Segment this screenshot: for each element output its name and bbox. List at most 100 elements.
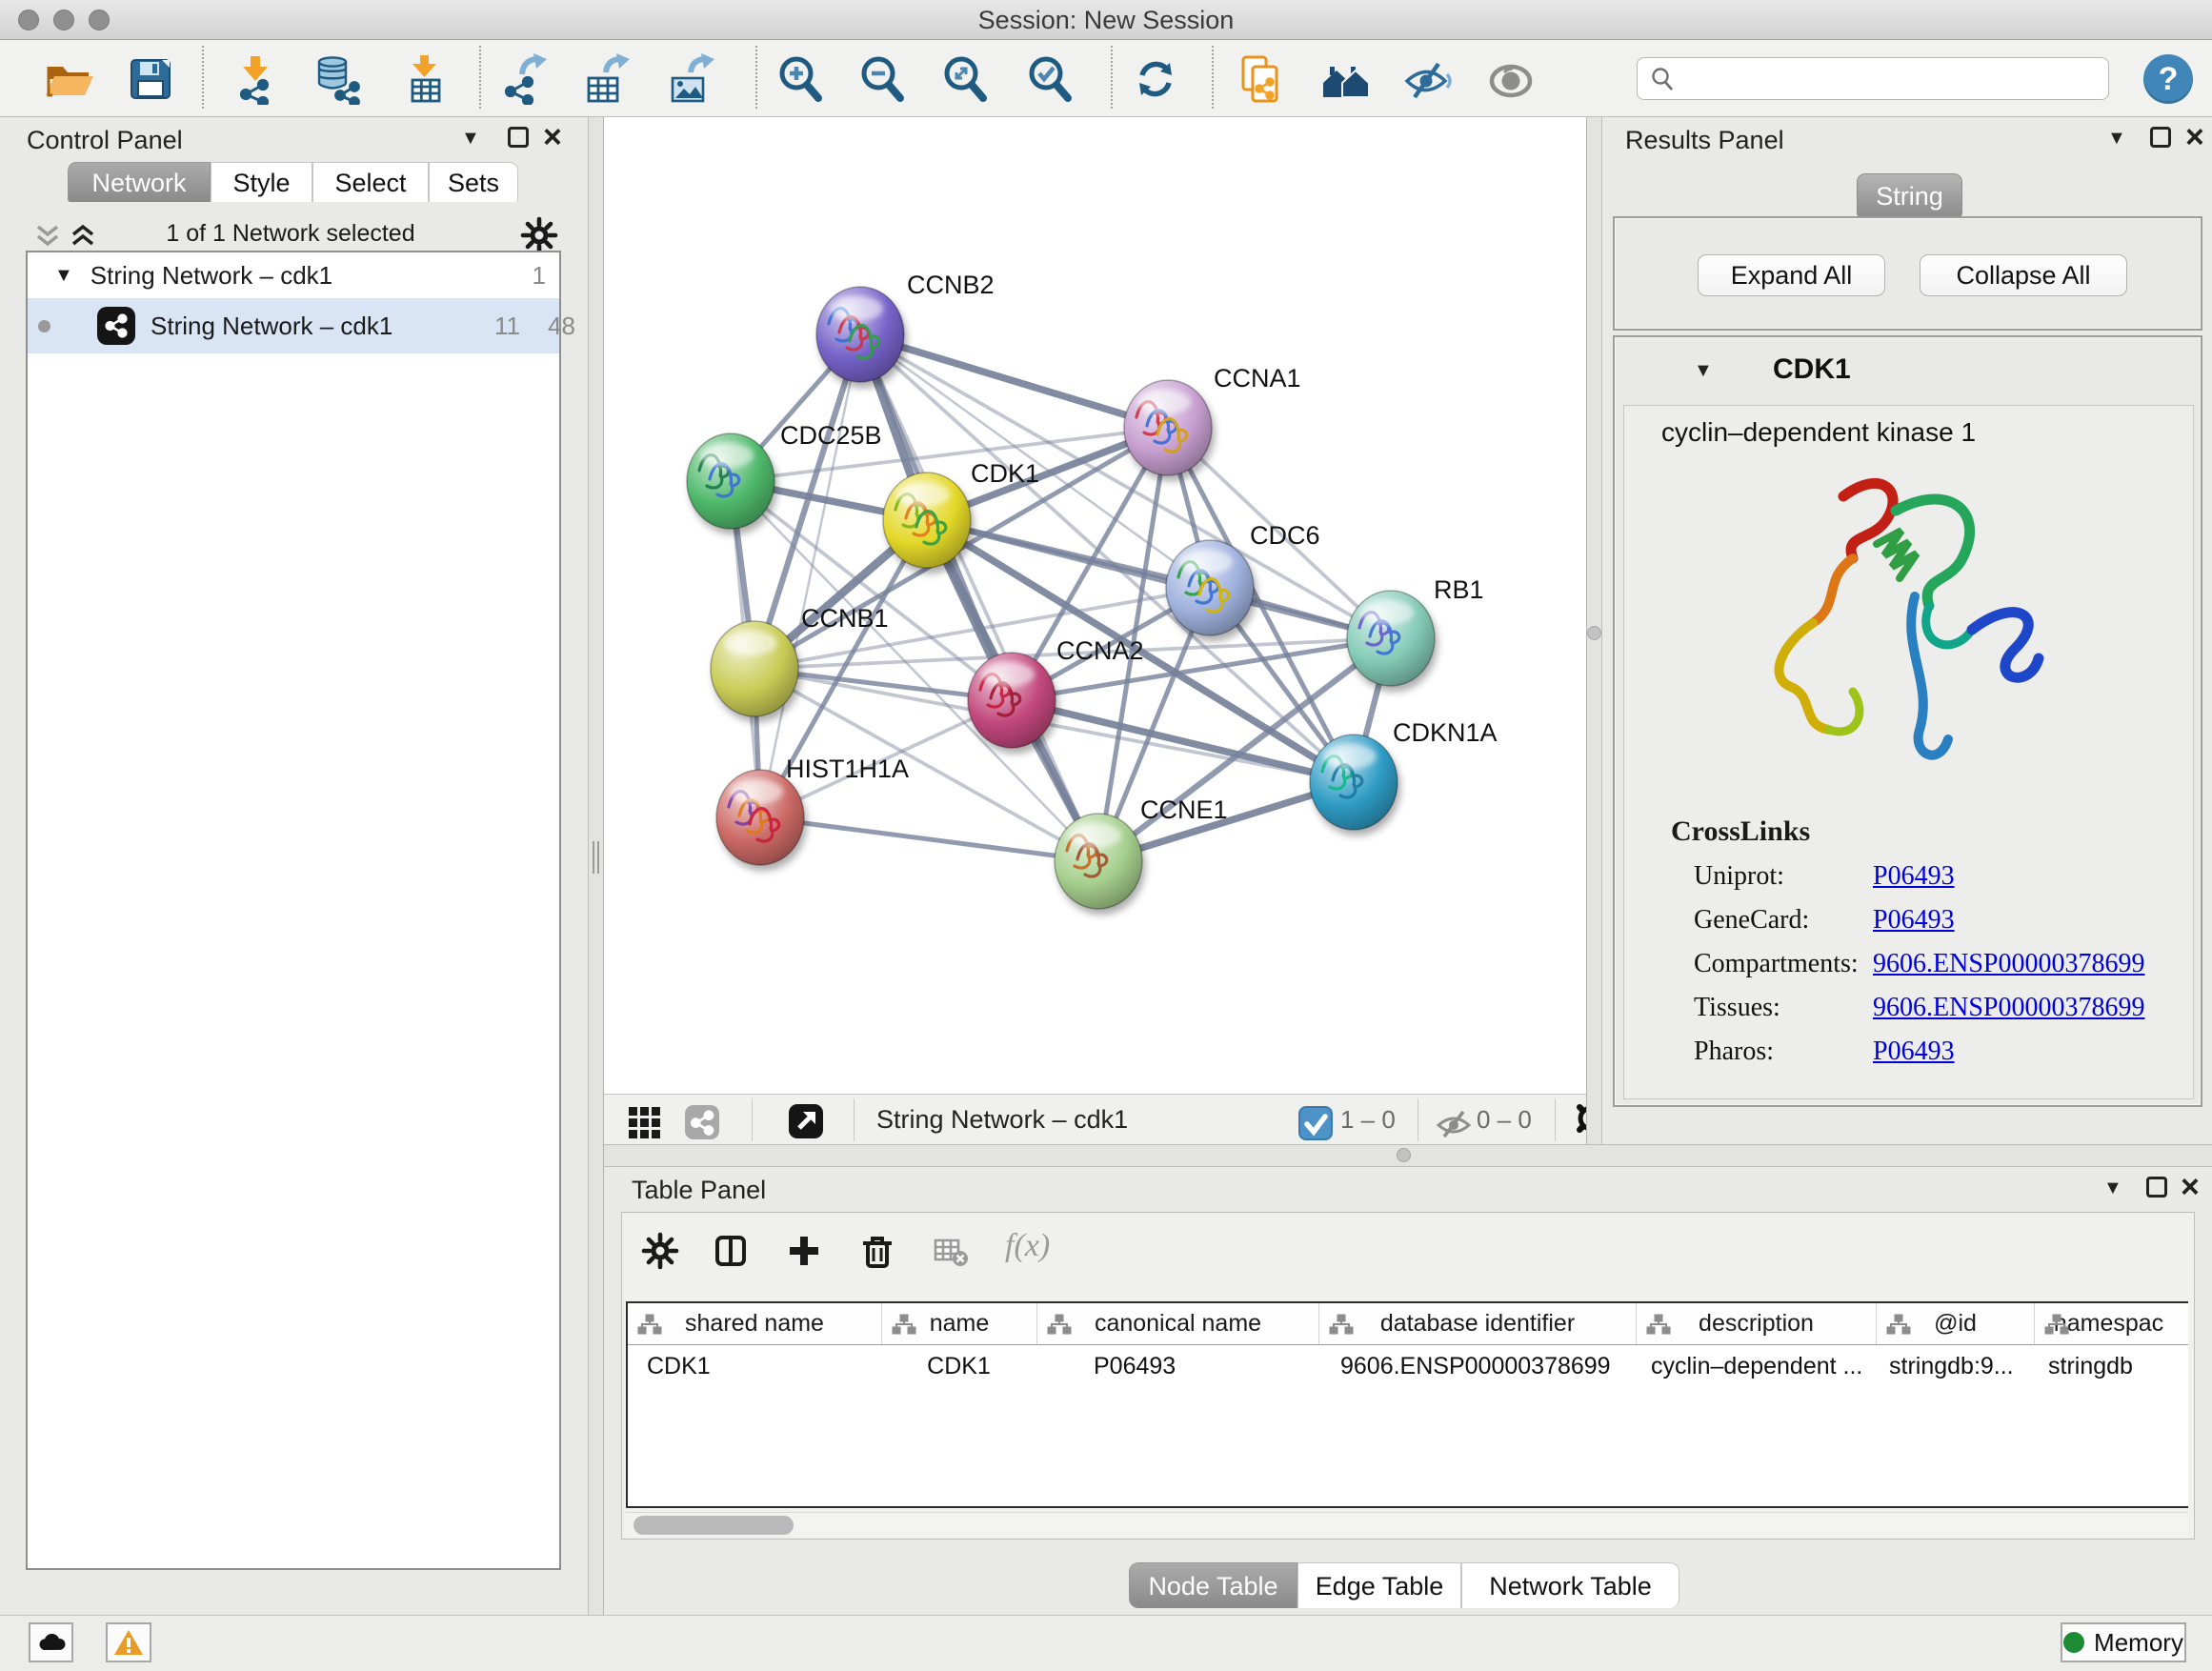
- column-header-database-identifier[interactable]: database identifier: [1318, 1303, 1636, 1344]
- network-node-cdc25b[interactable]: [687, 433, 774, 529]
- table-cell[interactable]: stringdb: [2034, 1345, 2182, 1387]
- table-cell[interactable]: stringdb:9...: [1876, 1345, 2034, 1387]
- column-header-description[interactable]: description: [1636, 1303, 1876, 1344]
- network-row-selected[interactable]: String Network – cdk1 11 48: [28, 298, 559, 353]
- add-column-icon[interactable]: [785, 1232, 823, 1270]
- network-node-ccnb1[interactable]: [711, 621, 798, 716]
- save-session-icon[interactable]: [125, 53, 176, 105]
- string-document-share-icon[interactable]: [1234, 53, 1285, 105]
- collapse-all-button[interactable]: Collapse All: [1920, 254, 2127, 296]
- function-builder-icon[interactable]: f(x): [1005, 1228, 1050, 1264]
- network-node-ccne1[interactable]: [1055, 814, 1142, 909]
- panel-float-icon[interactable]: [508, 127, 529, 148]
- help-icon[interactable]: ?: [2143, 54, 2193, 104]
- network-edge[interactable]: [860, 334, 1168, 428]
- tree-expander-icon[interactable]: ▼: [54, 265, 73, 287]
- delete-table-icon[interactable]: [932, 1232, 970, 1270]
- warning-button[interactable]: [106, 1622, 151, 1662]
- zoom-fit-icon[interactable]: [939, 53, 991, 105]
- titlebar[interactable]: Session: New Session: [0, 0, 2212, 40]
- table-cell[interactable]: 9606.ENSP00000378699: [1318, 1345, 1636, 1387]
- memory-button[interactable]: Memory: [2061, 1622, 2186, 1662]
- open-session-icon[interactable]: [43, 53, 94, 105]
- table-options-gear-icon[interactable]: [641, 1232, 679, 1270]
- export-network-icon[interactable]: [497, 53, 549, 105]
- tab-node-table[interactable]: Node Table: [1129, 1562, 1297, 1608]
- column-header-name[interactable]: name: [881, 1303, 1036, 1344]
- external-link-icon[interactable]: [787, 1102, 823, 1138]
- network-edge[interactable]: [760, 817, 1098, 861]
- selected-checkbox-icon[interactable]: [1297, 1104, 1329, 1137]
- export-table-icon[interactable]: [579, 53, 631, 105]
- panel-close-icon[interactable]: ×: [2185, 125, 2204, 150]
- panel-dropdown-icon[interactable]: ▼: [461, 128, 480, 150]
- table-cell[interactable]: cyclin–dependent ...: [1636, 1345, 1876, 1387]
- panel-divider-vertical[interactable]: [588, 117, 604, 1615]
- crosslink-link-uniprot[interactable]: P06493: [1873, 861, 1955, 891]
- network-canvas[interactable]: CCNB2CCNA1CDC25BCDK1CDC6RB1CCNB1CCNA2CDK…: [604, 117, 1586, 1094]
- network-node-ccnb2[interactable]: [816, 287, 904, 382]
- scrollbar-thumb[interactable]: [633, 1516, 794, 1535]
- panel-float-icon[interactable]: [2150, 127, 2171, 148]
- network-node-cdc6[interactable]: [1166, 540, 1254, 635]
- section-collapse-icon[interactable]: ▼: [1694, 360, 1713, 382]
- refresh-layout-icon[interactable]: [1130, 53, 1181, 105]
- crosslink-link-genecard[interactable]: P06493: [1873, 905, 1955, 935]
- cloud-button[interactable]: [29, 1622, 73, 1662]
- network-node-ccna1[interactable]: [1124, 380, 1212, 475]
- crosslink-link-pharos[interactable]: P06493: [1873, 1037, 1955, 1066]
- table-cell[interactable]: P06493: [1036, 1345, 1318, 1387]
- grid-view-icon[interactable]: [625, 1103, 659, 1137]
- network-node-ccna2[interactable]: [968, 653, 1056, 748]
- crosslink-link-tissues[interactable]: 9606.ENSP00000378699: [1873, 993, 2144, 1022]
- tab-style[interactable]: Style: [211, 162, 312, 202]
- hide-selected-eye-slash-icon[interactable]: [1402, 53, 1454, 105]
- divider-grip[interactable]: [1397, 1148, 1411, 1162]
- divider-grip[interactable]: [1587, 626, 1601, 640]
- tab-edge-table[interactable]: Edge Table: [1297, 1562, 1461, 1608]
- show-eye-icon[interactable]: [1485, 53, 1537, 105]
- panel-close-icon[interactable]: ×: [543, 125, 562, 150]
- divider-grip[interactable]: [593, 841, 599, 874]
- network-options-gear-icon[interactable]: [520, 216, 554, 251]
- column-header-canonical-name[interactable]: canonical name: [1036, 1303, 1318, 1344]
- search-box[interactable]: [1637, 57, 2109, 100]
- delete-column-trash-icon[interactable]: [858, 1232, 896, 1270]
- tab-select[interactable]: Select: [312, 162, 429, 202]
- hidden-eye-slash-icon[interactable]: [1435, 1105, 1467, 1137]
- column-header-shared-name[interactable]: shared name: [628, 1303, 881, 1344]
- panel-dropdown-icon[interactable]: ▼: [2107, 128, 2126, 150]
- panel-divider-vertical[interactable]: [1586, 117, 1602, 1144]
- network-edge[interactable]: [760, 334, 860, 817]
- network-share-toggle-icon[interactable]: [683, 1103, 717, 1137]
- network-node-cdkn1a[interactable]: [1310, 735, 1398, 830]
- tab-sets[interactable]: Sets: [429, 162, 518, 202]
- neighborhood-houses-icon[interactable]: [1319, 53, 1371, 105]
- tab-string[interactable]: String: [1857, 173, 1962, 217]
- panel-divider-horizontal[interactable]: [604, 1144, 2212, 1167]
- import-network-from-database-icon[interactable]: [312, 53, 363, 105]
- network-node-rb1[interactable]: [1347, 591, 1435, 686]
- table-cell[interactable]: CDK1: [881, 1345, 1036, 1387]
- expand-all-button[interactable]: Expand All: [1698, 254, 1885, 296]
- crosslink-link-compartments[interactable]: 9606.ENSP00000378699: [1873, 949, 2144, 978]
- network-node-hist1h1a[interactable]: [716, 770, 804, 865]
- network-node-cdk1[interactable]: [883, 473, 971, 568]
- zoom-out-icon[interactable]: [856, 53, 908, 105]
- panel-dropdown-icon[interactable]: ▼: [2103, 1178, 2122, 1199]
- zoom-in-icon[interactable]: [774, 53, 826, 105]
- table-horizontal-scrollbar[interactable]: [626, 1512, 2188, 1537]
- table-cell[interactable]: CDK1: [628, 1345, 881, 1387]
- column-header--id[interactable]: @id: [1876, 1303, 2034, 1344]
- export-image-icon[interactable]: [664, 53, 715, 105]
- show-columns-icon[interactable]: [712, 1232, 750, 1270]
- tab-network[interactable]: Network: [68, 162, 211, 202]
- zoom-selected-icon[interactable]: [1024, 53, 1076, 105]
- import-table-icon[interactable]: [399, 53, 451, 105]
- import-network-icon[interactable]: [230, 53, 281, 105]
- network-collection-row[interactable]: ▼ String Network – cdk1 1: [28, 252, 559, 298]
- column-header-namespac[interactable]: namespac: [2034, 1303, 2182, 1344]
- panel-float-icon[interactable]: [2146, 1177, 2167, 1198]
- table-row[interactable]: CDK1CDK1P064939606.ENSP00000378699cyclin…: [628, 1345, 2188, 1387]
- panel-close-icon[interactable]: ×: [2181, 1175, 2200, 1199]
